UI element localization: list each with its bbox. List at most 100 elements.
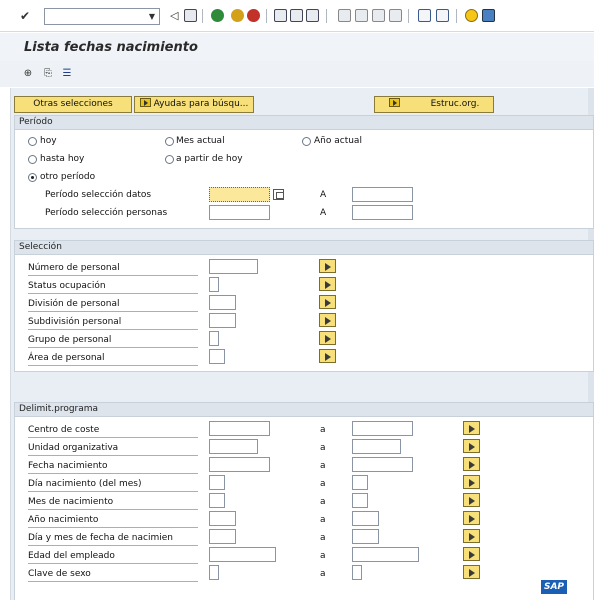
birth-date-multiselect-arrow-icon[interactable] bbox=[463, 457, 480, 471]
birth-date-to-field[interactable] bbox=[352, 457, 413, 472]
first-page-icon[interactable] bbox=[338, 9, 351, 22]
radio-hoy-label: hoy bbox=[40, 136, 57, 146]
birth-year-multiselect-arrow-icon[interactable] bbox=[463, 511, 480, 525]
radio-otro-periodo[interactable] bbox=[28, 173, 37, 182]
birth-day-label: Día nacimiento (del mes) bbox=[28, 478, 198, 492]
birth-month-from-field[interactable] bbox=[209, 493, 225, 508]
enter-check-icon[interactable]: ✔ bbox=[20, 9, 34, 23]
radio-otro-periodo-label: otro período bbox=[40, 172, 96, 182]
gender-key-label: Clave de sexo bbox=[28, 568, 198, 582]
birth-day-to-field[interactable] bbox=[352, 475, 368, 490]
employment-status-multiselect-arrow-icon[interactable] bbox=[319, 277, 336, 291]
layout-icon[interactable] bbox=[482, 9, 495, 22]
gender-key-multiselect-arrow-icon[interactable] bbox=[463, 565, 480, 579]
application-toolbar bbox=[0, 61, 594, 87]
toolbar-separator bbox=[266, 9, 267, 23]
cost-center-label: Centro de coste bbox=[28, 424, 198, 438]
arrow-right-icon bbox=[388, 98, 400, 107]
employee-age-to-field[interactable] bbox=[352, 547, 419, 562]
personnel-area-field[interactable] bbox=[209, 295, 236, 310]
next-page-icon[interactable] bbox=[372, 9, 385, 22]
org-unit-multiselect-arrow-icon[interactable] bbox=[463, 439, 480, 453]
personnel-number-multiselect-arrow-icon[interactable] bbox=[319, 259, 336, 273]
birth-month-to-field[interactable] bbox=[352, 493, 368, 508]
gender-key-to-label: a bbox=[320, 569, 326, 579]
cost-center-multiselect-arrow-icon[interactable] bbox=[463, 421, 480, 435]
save-variant-icon[interactable]: ⎘ bbox=[42, 68, 54, 80]
radio-a-partir-de-hoy[interactable] bbox=[165, 155, 174, 164]
radio-mes-actual[interactable] bbox=[165, 137, 174, 146]
personnel-subarea-multiselect-arrow-icon[interactable] bbox=[319, 313, 336, 327]
radio-ano-actual[interactable] bbox=[302, 137, 311, 146]
birth-year-to-field[interactable] bbox=[352, 511, 379, 526]
exit-icon[interactable] bbox=[231, 9, 244, 22]
multiple-selection-icon[interactable] bbox=[273, 189, 284, 200]
command-input[interactable] bbox=[45, 9, 143, 24]
employee-age-from-field[interactable] bbox=[209, 547, 276, 562]
employee-group-multiselect-arrow-icon[interactable] bbox=[319, 331, 336, 345]
birth-month-to-label: a bbox=[320, 497, 326, 507]
back-arrow-icon[interactable]: ◁ bbox=[170, 9, 183, 22]
gender-key-to-field[interactable] bbox=[352, 565, 362, 580]
radio-hasta-hoy[interactable] bbox=[28, 155, 37, 164]
period-data-to-field[interactable] bbox=[352, 187, 413, 202]
birth-date-from-field[interactable] bbox=[209, 457, 270, 472]
print-icon[interactable] bbox=[274, 9, 287, 22]
cost-center-to-field[interactable] bbox=[352, 421, 413, 436]
employee-subgroup-label: Área de personal bbox=[28, 352, 198, 366]
org-unit-from-field[interactable] bbox=[209, 439, 258, 454]
org-structure-button[interactable]: Estruc.org. bbox=[374, 96, 494, 113]
shortcut-icon[interactable] bbox=[436, 9, 449, 22]
org-unit-to-label: a bbox=[320, 443, 326, 453]
execute-icon[interactable]: ⊕ bbox=[22, 68, 34, 80]
new-session-icon[interactable] bbox=[418, 9, 431, 22]
birth-year-from-field[interactable] bbox=[209, 511, 236, 526]
personnel-number-label: Número de personal bbox=[28, 262, 198, 276]
save-icon[interactable] bbox=[184, 9, 197, 22]
find-icon[interactable] bbox=[290, 9, 303, 22]
help-icon[interactable] bbox=[465, 9, 478, 22]
search-helps-button[interactable]: Ayudas para búsqu... bbox=[134, 96, 254, 113]
employee-subgroup-field[interactable] bbox=[209, 349, 225, 364]
back-green-icon[interactable] bbox=[211, 9, 224, 22]
employee-group-field[interactable] bbox=[209, 331, 219, 346]
personnel-area-multiselect-arrow-icon[interactable] bbox=[319, 295, 336, 309]
birth-day-multiselect-arrow-icon[interactable] bbox=[463, 475, 480, 489]
command-field[interactable]: ▼ bbox=[44, 8, 160, 25]
period-data-from-field[interactable] bbox=[209, 187, 270, 202]
last-page-icon[interactable] bbox=[389, 9, 402, 22]
program-delimit-group-title: Delimit.programa bbox=[15, 403, 593, 417]
org-unit-label: Unidad organizativa bbox=[28, 442, 198, 456]
arrow-right-icon bbox=[139, 98, 151, 107]
prev-page-icon[interactable] bbox=[355, 9, 368, 22]
page-title: Lista fechas nacimiento bbox=[24, 40, 198, 55]
birth-day-to-label: a bbox=[320, 479, 326, 489]
personnel-area-label: División de personal bbox=[28, 298, 198, 312]
selection-group-title: Selección bbox=[15, 241, 593, 255]
employee-subgroup-multiselect-arrow-icon[interactable] bbox=[319, 349, 336, 363]
cost-center-from-field[interactable] bbox=[209, 421, 270, 436]
other-selections-button[interactable]: Otras selecciones bbox=[14, 96, 132, 113]
gender-key-from-field[interactable] bbox=[209, 565, 219, 580]
birth-day-from-field[interactable] bbox=[209, 475, 225, 490]
period-persons-from-field[interactable] bbox=[209, 205, 270, 220]
birth-month-multiselect-arrow-icon[interactable] bbox=[463, 493, 480, 507]
birth-day-month-multiselect-arrow-icon[interactable] bbox=[463, 529, 480, 543]
birth-year-label: Año nacimiento bbox=[28, 514, 198, 528]
birth-day-month-from-field[interactable] bbox=[209, 529, 236, 544]
toolbar-separator bbox=[456, 9, 457, 23]
chevron-down-icon[interactable]: ▼ bbox=[145, 9, 159, 24]
cancel-icon[interactable] bbox=[247, 9, 260, 22]
period-group-title: Período bbox=[15, 116, 593, 130]
org-unit-to-field[interactable] bbox=[352, 439, 401, 454]
radio-hoy[interactable] bbox=[28, 137, 37, 146]
period-persons-to-field[interactable] bbox=[352, 205, 413, 220]
birth-day-month-to-field[interactable] bbox=[352, 529, 379, 544]
find-next-icon[interactable] bbox=[306, 9, 319, 22]
employee-age-multiselect-arrow-icon[interactable] bbox=[463, 547, 480, 561]
period-data-label: Período selección datos bbox=[45, 190, 152, 200]
employment-status-field[interactable] bbox=[209, 277, 219, 292]
selection-options-icon[interactable]: ☰ bbox=[61, 68, 73, 80]
personnel-number-field[interactable] bbox=[209, 259, 258, 274]
personnel-subarea-field[interactable] bbox=[209, 313, 236, 328]
